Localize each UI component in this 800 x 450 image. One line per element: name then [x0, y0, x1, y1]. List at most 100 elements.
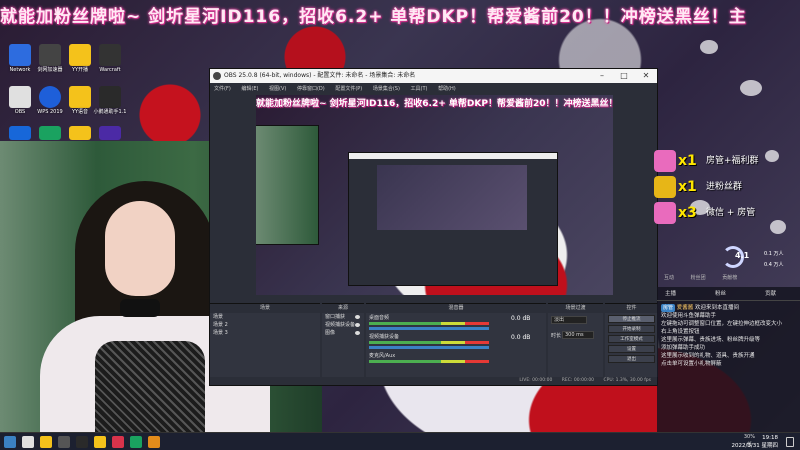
app-game-icon	[99, 126, 121, 140]
nested-obs-window	[348, 152, 558, 286]
menu-edit[interactable]: 编辑(E)	[241, 86, 258, 92]
mixer-dock-header: 混音器	[366, 304, 546, 313]
controls-dock: 控件 停止推流 开始录制 工作室模式 设置 退出	[605, 303, 658, 377]
scene-transitions-dock: 场景过渡 淡出 时长 300 ms	[548, 303, 603, 377]
obs-window[interactable]: OBS 25.0.8 (64-bit, windows) - 配置文件: 未命名…	[209, 68, 658, 386]
chat-message: 添加弹幕助手成功	[661, 345, 706, 351]
chat-message: 这里展示弹幕、贵族进场、粉丝牌升级等	[661, 337, 761, 343]
scene-item[interactable]: 场景	[210, 313, 320, 321]
audio-level-meter	[369, 360, 489, 363]
network-icon	[9, 44, 31, 66]
close-button[interactable]: ✕	[635, 69, 657, 83]
desktop-icon-app-game[interactable]	[92, 126, 128, 140]
stat-tab[interactable]: 贡献榜	[722, 275, 737, 281]
taskbar-app-icon[interactable]	[58, 436, 70, 448]
sources-dock: 来源 窗口捕获 视频捕获设备 图像	[322, 303, 364, 377]
chat-tab[interactable]: 粉丝	[715, 287, 726, 301]
obs-title-bar[interactable]: OBS 25.0.8 (64-bit, windows) - 配置文件: 未命名…	[210, 69, 657, 83]
windows-taskbar: 30% 低 19:18 2022/3/31 星期四	[0, 432, 800, 450]
moderator-badge: 房管	[661, 304, 676, 312]
source-item[interactable]: 视频捕获设备	[322, 321, 364, 329]
stream-marquee-text: 就能加粉丝牌啦~ 剑圻星河ID116，招收6.2+ 单帮DKP！帮爱酱前20！！…	[0, 7, 747, 26]
stat-tab[interactable]: 粉丝团	[691, 275, 706, 281]
desktop-icon-warcraft[interactable]: Warcraft	[92, 44, 128, 73]
start-recording-button[interactable]: 开始录制	[608, 325, 655, 333]
transition-duration-input[interactable]: 300 ms	[562, 331, 594, 339]
sources-dock-header: 来源	[322, 304, 364, 313]
taskbar-app-icon[interactable]	[94, 436, 106, 448]
gift-goal-row: x1 进粉丝群	[654, 176, 774, 198]
preview-webcam-source	[256, 125, 319, 245]
taskbar-yy-icon[interactable]	[40, 436, 52, 448]
menu-file[interactable]: 文件(F)	[214, 86, 231, 92]
volume-slider[interactable]	[369, 327, 489, 330]
minimize-button[interactable]: –	[591, 69, 613, 83]
obs-app-icon	[213, 72, 221, 80]
audio-mixer-dock: 混音器 桌面音频 0.0 dB 视频捕获设备 0.0 dB 麦克风/Aux	[366, 303, 546, 377]
obs-preview-canvas[interactable]: 就能加粉丝牌啦~ 剑圻星河ID116，招收6.2+ 单帮DKP！帮爱酱前20！！…	[256, 95, 613, 295]
visibility-eye-icon[interactable]	[355, 315, 360, 319]
visibility-eye-icon[interactable]	[355, 323, 360, 327]
start-menu-icon[interactable]	[4, 436, 16, 448]
webcam-subject-choker	[120, 299, 160, 317]
menu-scene-collection[interactable]: 场景集合(S)	[373, 86, 400, 92]
source-item[interactable]: 图像	[322, 329, 364, 337]
menu-view[interactable]: 视图(V)	[269, 86, 286, 92]
desktop-icon-assistant[interactable]: 小鹅通助手1.1	[92, 86, 128, 115]
stat-tab[interactable]: 互动	[664, 275, 674, 281]
source-item[interactable]: 窗口捕获	[322, 313, 364, 321]
menu-profile[interactable]: 配置文件(P)	[335, 86, 362, 92]
app-yy-icon	[69, 126, 91, 140]
menu-help[interactable]: 帮助(H)	[438, 86, 456, 92]
obs-status-bar: LIVE: 00:00:00 REC: 00:00:00 CPU: 1.3%, …	[210, 377, 657, 385]
accelerator-icon	[39, 44, 61, 66]
notification-icon[interactable]	[786, 437, 794, 447]
mixer-track: 桌面音频 0.0 dB	[366, 313, 546, 332]
live-timer: LIVE: 00:00:00	[519, 378, 553, 383]
wps-icon	[39, 86, 61, 108]
taskbar-app-icon[interactable]	[148, 436, 160, 448]
visibility-eye-icon[interactable]	[355, 331, 360, 335]
mixer-track: 视频捕获设备 0.0 dB	[366, 332, 546, 351]
taskbar-app-icon[interactable]	[130, 436, 142, 448]
menu-docks[interactable]: 停靠窗口(D)	[297, 86, 325, 92]
chat-message: 欢迎使用斗鱼弹幕助手	[661, 313, 717, 319]
flower-decoration	[700, 40, 718, 54]
taskbar-app-icon[interactable]	[76, 436, 88, 448]
taskbar-clock[interactable]: 19:18 2022/3/31 星期四	[732, 434, 778, 450]
settings-button[interactable]: 设置	[608, 345, 655, 353]
assistant-icon	[99, 86, 121, 108]
studio-mode-button[interactable]: 工作室模式	[608, 335, 655, 343]
chat-tab[interactable]: 主播	[665, 287, 676, 301]
app-m-icon	[39, 126, 61, 140]
warcraft-icon	[99, 44, 121, 66]
taskbar-app-icon[interactable]	[112, 436, 124, 448]
transition-type-select[interactable]: 淡出	[551, 316, 587, 324]
scene-item[interactable]: 场景 3	[210, 329, 320, 337]
exit-button[interactable]: 退出	[608, 355, 655, 363]
webcam-subject-top	[95, 341, 205, 439]
webcam-subject-face	[105, 201, 175, 296]
obs-window-title: OBS 25.0.8 (64-bit, windows) - 配置文件: 未命名…	[224, 72, 416, 79]
flower-decoration	[740, 80, 762, 96]
gift-avatar-icon	[654, 202, 676, 224]
danmaku-chat-panel[interactable]: 主播 粉丝 贡献 房管 爱酱酱 欢迎来到本直播间 欢迎使用斗鱼弹幕助手 左键拖动…	[657, 287, 800, 432]
taskbar-obs-icon[interactable]	[22, 436, 34, 448]
nested-obs-title-bar	[349, 153, 557, 159]
obs-icon	[9, 86, 31, 108]
stop-streaming-button[interactable]: 停止推流	[608, 315, 655, 323]
menu-tools[interactable]: 工具(T)	[411, 86, 428, 92]
chat-username[interactable]: 爱酱酱	[677, 305, 694, 311]
chat-message: 右上角设置按钮	[661, 329, 700, 335]
chat-tab[interactable]: 贡献	[765, 287, 776, 301]
rec-timer: REC: 00:00:00	[561, 378, 595, 383]
volume-db: 0.0 dB	[511, 315, 531, 322]
maximize-button[interactable]: □	[613, 69, 635, 83]
scene-item[interactable]: 场景 2	[210, 321, 320, 329]
gift-goal-row: x1 房管+福利群	[654, 150, 774, 172]
app-blue-icon	[9, 126, 31, 140]
popularity-value: 4.1	[735, 251, 750, 260]
gift-goal-row: x3 微信 + 房管	[654, 202, 774, 224]
volume-slider[interactable]	[369, 346, 489, 349]
chat-welcome-line: 房管 爱酱酱 欢迎来到本直播间	[661, 304, 740, 312]
